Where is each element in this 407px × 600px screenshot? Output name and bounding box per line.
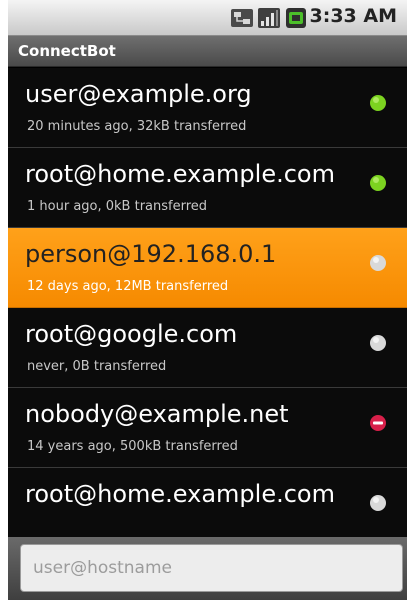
app-title: ConnectBot <box>18 42 116 60</box>
connected-status-icon <box>370 175 386 191</box>
quick-connect-input[interactable] <box>20 544 403 592</box>
host-row[interactable]: root@home.example.com <box>8 468 407 548</box>
host-status: 20 minutes ago, 32kB transferred <box>27 119 247 134</box>
host-name: person@192.168.0.1 <box>25 240 277 268</box>
error-status-icon <box>370 415 386 431</box>
disconnected-status-icon <box>370 495 386 511</box>
host-status: never, 0B transferred <box>27 359 167 374</box>
host-name: nobody@example.net <box>25 400 289 428</box>
host-status: 14 years ago, 500kB transferred <box>27 439 238 454</box>
host-status: 12 days ago, 12MB transferred <box>27 279 229 294</box>
signal-strength-icon <box>258 8 280 28</box>
host-list[interactable]: user@example.org 20 minutes ago, 32kB tr… <box>8 68 407 548</box>
host-name: root@home.example.com <box>25 160 335 188</box>
disconnected-status-icon <box>370 335 386 351</box>
status-bar: 3:33 AM <box>8 0 407 36</box>
connected-status-icon <box>370 95 386 111</box>
host-name: root@home.example.com <box>25 480 335 508</box>
host-name: user@example.org <box>25 80 252 108</box>
host-row[interactable]: root@google.com never, 0B transferred <box>8 308 407 388</box>
network-icon <box>231 9 253 27</box>
battery-icon <box>286 8 306 28</box>
app-title-bar: ConnectBot <box>8 36 407 67</box>
host-status: 1 hour ago, 0kB transferred <box>27 199 208 214</box>
disconnected-status-icon <box>370 255 386 271</box>
clock: 3:33 AM <box>309 5 398 27</box>
host-row[interactable]: user@example.org 20 minutes ago, 32kB tr… <box>8 68 407 148</box>
host-row[interactable]: root@home.example.com 1 hour ago, 0kB tr… <box>8 148 407 228</box>
quick-connect-bar <box>8 537 407 600</box>
host-row-selected[interactable]: person@192.168.0.1 12 days ago, 12MB tra… <box>8 228 407 308</box>
host-name: root@google.com <box>25 320 238 348</box>
host-row[interactable]: nobody@example.net 14 years ago, 500kB t… <box>8 388 407 468</box>
device-screen: 3:33 AM ConnectBot user@example.org 20 m… <box>8 0 407 600</box>
